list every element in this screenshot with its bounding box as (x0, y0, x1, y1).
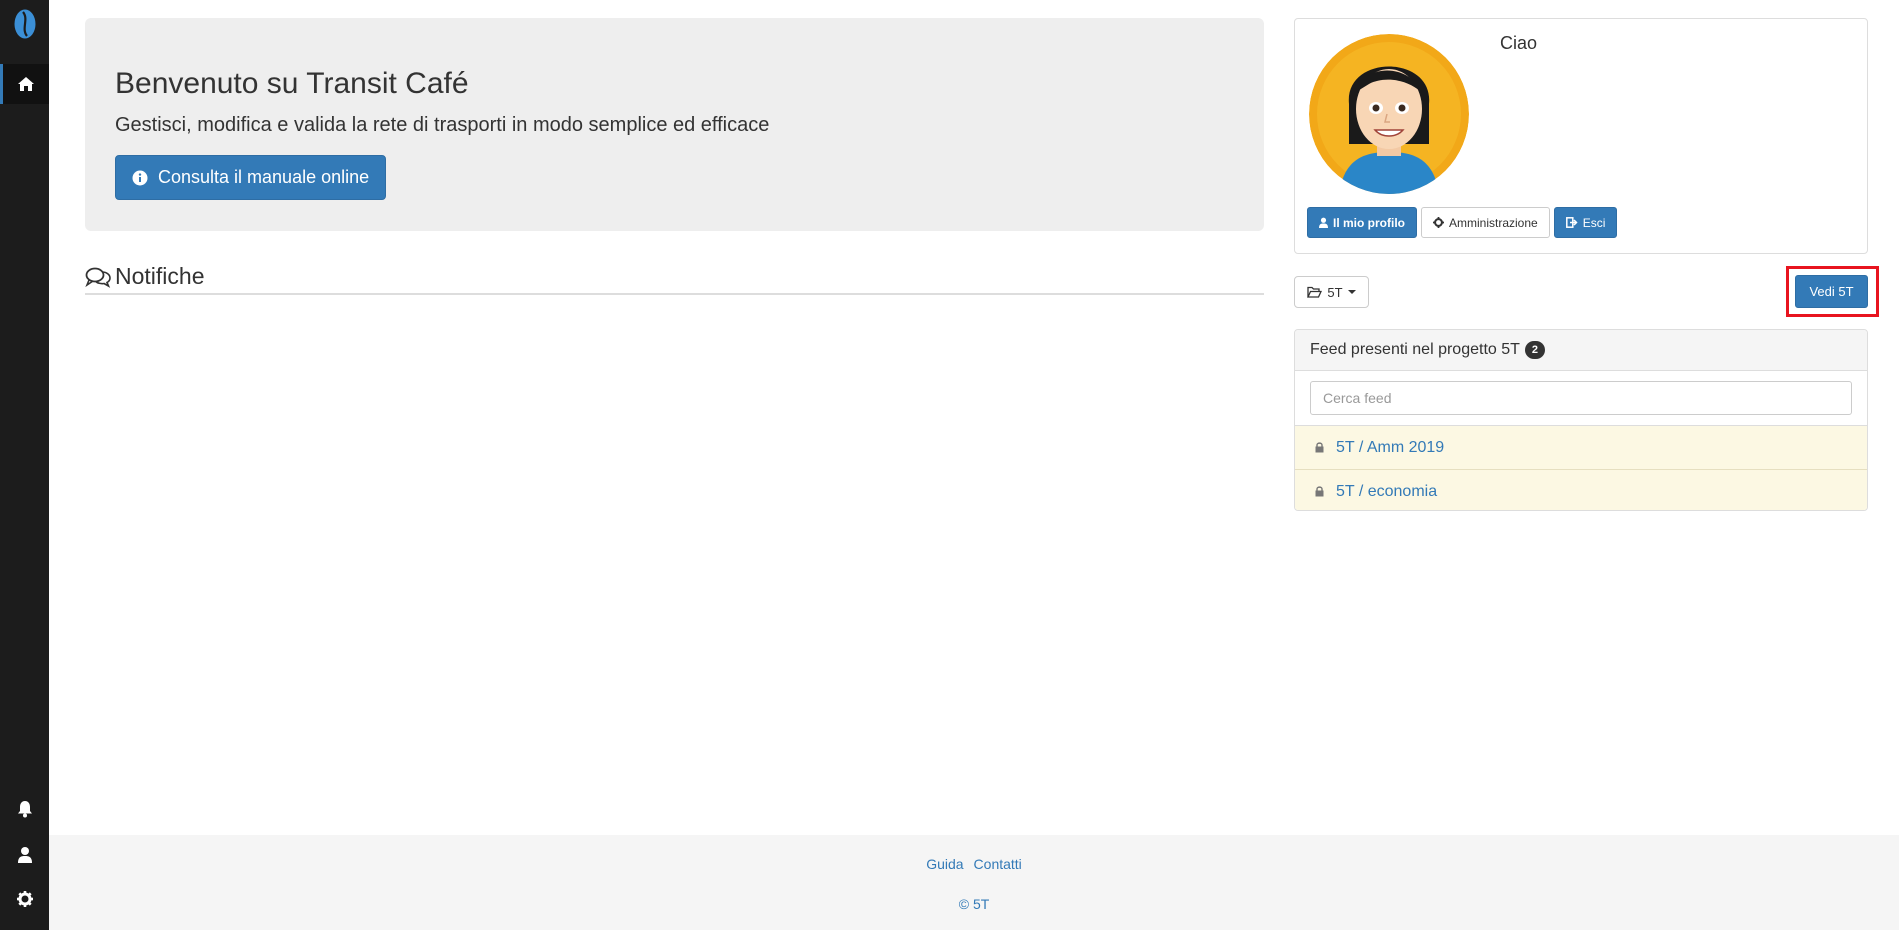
feed-list-item[interactable]: 5T / economia (1295, 470, 1867, 510)
info-icon (132, 170, 148, 185)
coffee-bean-icon[interactable] (14, 9, 36, 39)
welcome-subtitle: Gestisci, modifica e valida la rete di t… (115, 114, 770, 136)
greeting-text: Ciao (1500, 33, 1538, 53)
home-icon (18, 77, 34, 91)
gear-icon (1433, 217, 1444, 228)
footer-link-guide[interactable]: Guida (926, 856, 963, 872)
copyright-symbol: © (958, 896, 970, 912)
sign-out-icon (1565, 217, 1578, 228)
project-dropdown[interactable]: 5T (1294, 276, 1369, 308)
feed-search-row (1295, 371, 1867, 426)
notifications-title: Notifiche (115, 263, 205, 289)
avatar (1309, 34, 1469, 194)
footer-link-contacts[interactable]: Contatti (974, 856, 1022, 872)
sidebar-item-home[interactable] (0, 64, 49, 104)
project-dropdown-value: 5T (1327, 284, 1343, 300)
caret-down-icon (1347, 290, 1356, 294)
gear-icon (16, 891, 33, 907)
welcome-jumbotron: Benvenuto su Transit Café Gestisci, modi… (85, 18, 1264, 231)
user-icon (17, 846, 32, 863)
feed-count-badge: 2 (1524, 341, 1545, 359)
footer-links: Guida Contatti (49, 856, 1899, 872)
footer: Guida Contatti © 5T (49, 835, 1899, 930)
profile-panel: Ciao Il mio profilo Amministrazione Esci (1294, 18, 1868, 254)
sidebar-item-user[interactable] (0, 839, 49, 869)
lock-icon (1315, 486, 1324, 497)
online-manual-button[interactable]: Consulta il manuale online (115, 155, 387, 200)
welcome-title: Benvenuto su Transit Café (115, 67, 469, 100)
logout-button[interactable]: Esci (1553, 207, 1618, 238)
feed-link[interactable]: 5T / Amm 2019 (1336, 439, 1444, 457)
feed-link[interactable]: 5T / economia (1336, 483, 1437, 501)
notifications-header: Notifiche (85, 260, 1264, 295)
copyright-link[interactable]: 5T (973, 896, 989, 912)
administration-button[interactable]: Amministrazione (1421, 207, 1550, 238)
feed-panel-header: Feed presenti nel progetto 5T 2 (1295, 330, 1867, 371)
lock-icon (1315, 442, 1324, 453)
administration-label: Amministrazione (1449, 215, 1538, 230)
online-manual-label: Consulta il manuale online (158, 167, 370, 187)
logout-label: Esci (1582, 215, 1606, 230)
footer-copyright: © 5T (49, 896, 1899, 912)
feed-search-input[interactable] (1310, 381, 1852, 415)
sidebar (0, 0, 49, 930)
feed-panel-title: Feed presenti nel progetto 5T (1310, 341, 1520, 358)
my-profile-button[interactable]: Il mio profilo (1307, 207, 1417, 238)
bell-icon (17, 801, 32, 818)
feed-panel: Feed presenti nel progetto 5T 2 5T / Amm… (1294, 329, 1868, 511)
my-profile-label: Il mio profilo (1333, 215, 1405, 230)
sidebar-item-settings[interactable] (0, 884, 49, 914)
folder-open-icon (1307, 286, 1323, 298)
view-project-button[interactable]: Vedi 5T (1795, 275, 1868, 308)
profile-actions: Il mio profilo Amministrazione Esci (1307, 207, 1618, 238)
comments-icon (85, 267, 111, 288)
sidebar-item-notifications[interactable] (0, 794, 49, 824)
feed-list-item[interactable]: 5T / Amm 2019 (1295, 426, 1867, 470)
user-icon (1319, 217, 1328, 228)
